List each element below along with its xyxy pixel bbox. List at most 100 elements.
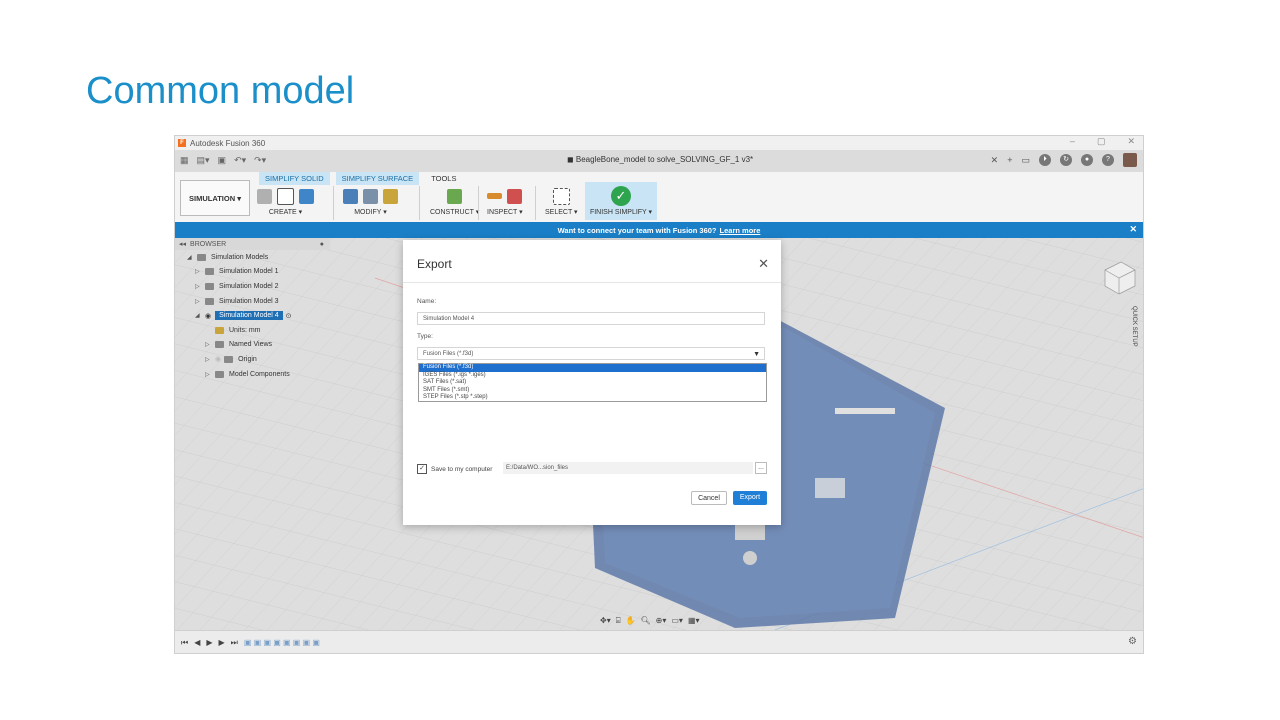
select-menu[interactable]: SELECT ▾ [545, 208, 578, 216]
expand-triangle-icon[interactable]: ▷ [195, 268, 201, 275]
step-back-icon[interactable]: ◀ [194, 638, 200, 648]
close-tab-icon[interactable]: ✕ [991, 155, 999, 166]
collapse-triangle-icon[interactable]: ◢ [195, 312, 201, 319]
tree-item-units[interactable]: Units: mm [175, 323, 330, 338]
tree-item-model-components[interactable]: ▷ Model Components [175, 367, 330, 382]
tree-item-root[interactable]: ◢ Simulation Models [175, 250, 330, 265]
create-sketch-icon[interactable] [277, 187, 294, 205]
go-to-start-icon[interactable]: ⏮ [181, 638, 188, 648]
tree-label: Origin [238, 355, 257, 363]
activate-radio-icon[interactable]: ⊙ [286, 312, 292, 320]
gear-icon[interactable]: ⚙ [1128, 636, 1137, 647]
measure-icon[interactable] [487, 193, 502, 199]
remove-features-icon[interactable] [343, 188, 358, 204]
orbit-icon[interactable]: ✥▾ [600, 616, 611, 626]
tree-item-named-views[interactable]: ▷ Named Views [175, 338, 330, 353]
history-icon[interactable]: ↻ [1060, 154, 1072, 166]
collapse-icon[interactable]: ◂◂ [179, 240, 186, 248]
avatar[interactable] [1123, 153, 1137, 167]
quick-setup-tab[interactable]: QUICK SETUP [1131, 306, 1137, 347]
select-icon[interactable] [552, 187, 570, 205]
export-button[interactable]: Export [733, 491, 767, 505]
create-menu[interactable]: CREATE ▾ [257, 208, 314, 216]
type-option-smt[interactable]: SMT Files (*.smt) [419, 387, 766, 395]
workspace-switcher[interactable]: SIMULATION ▾ [180, 180, 250, 216]
tab-simplify-solid[interactable]: SIMPLIFY SOLID [259, 172, 330, 185]
zoom-icon[interactable]: 🔍︎ [641, 616, 651, 626]
redo-icon[interactable]: ↷▾ [254, 155, 266, 166]
tab-simplify-surface[interactable]: SIMPLIFY SURFACE [335, 172, 420, 185]
file-icon[interactable]: ▤▾ [197, 155, 210, 166]
expand-triangle-icon[interactable]: ▷ [205, 371, 211, 378]
type-option-f3d[interactable]: Fusion Files (*.f3d) [419, 364, 766, 372]
type-label: Type: [417, 333, 433, 340]
browser-pin-icon[interactable]: ● [320, 241, 324, 248]
tree-item-model-2[interactable]: ▷ Simulation Model 2 [175, 279, 330, 294]
select-group: SELECT ▾ [545, 185, 578, 220]
tree-item-model-1[interactable]: ▷ Simulation Model 1 [175, 265, 330, 280]
chevron-down-icon[interactable]: ▼ [753, 348, 760, 361]
browse-button[interactable]: ... [755, 462, 767, 474]
tree-item-model-4[interactable]: ◢ ◉ Simulation Model 4 ⊙ [175, 308, 330, 323]
viewcube[interactable] [1097, 256, 1139, 303]
tree-item-origin[interactable]: ▷ ◉ Origin [175, 352, 330, 367]
pan-icon[interactable]: ✋ [626, 616, 636, 626]
expand-triangle-icon[interactable]: ▷ [195, 298, 201, 305]
jobs-icon[interactable]: ⏵ [1039, 154, 1051, 166]
folder-icon [215, 370, 224, 378]
tree-item-model-3[interactable]: ▷ Simulation Model 3 [175, 294, 330, 309]
tree-label: Model Components [229, 370, 290, 378]
go-to-end-icon[interactable]: ⏭ [231, 638, 238, 648]
help-icon[interactable]: ? [1102, 154, 1114, 166]
minimize-icon[interactable]: – [1070, 136, 1075, 150]
zoom-window-icon[interactable]: ⊕▾ [656, 616, 667, 626]
undo-icon[interactable]: ↶▾ [234, 155, 246, 166]
name-field[interactable]: Simulation Model 4 [417, 312, 765, 325]
modify-menu[interactable]: MODIFY ▾ [343, 208, 398, 216]
units-icon [215, 326, 224, 334]
maximize-icon[interactable]: ▢ [1097, 136, 1106, 150]
replace-feature-icon[interactable] [383, 188, 398, 204]
new-tab-icon[interactable]: + [1007, 155, 1012, 165]
chat-icon[interactable]: ▭ [1021, 155, 1030, 166]
learn-more-link[interactable]: Learn more [720, 226, 761, 235]
visibility-eye-icon[interactable]: ◉ [215, 355, 221, 363]
play-icon[interactable]: ▶ [206, 638, 212, 648]
remove-faces-icon[interactable] [363, 188, 378, 204]
new-component-icon[interactable] [257, 188, 272, 204]
interference-icon[interactable] [507, 188, 522, 204]
timeline-features[interactable]: ▣ ▣ ▣ ▣ ▣ ▣ ▣ ▣ [244, 638, 320, 648]
grid-menu-icon[interactable]: ▦ [180, 155, 189, 166]
tree-label: Simulation Model 2 [219, 282, 279, 290]
offset-plane-icon[interactable] [447, 188, 463, 204]
document-tab[interactable]: ◼ BeagleBone_model to solve_SOLVING_GF_1… [567, 155, 753, 164]
collapse-triangle-icon[interactable]: ◢ [187, 254, 193, 261]
finish-simplify-menu[interactable]: FINISH SIMPLIFY ▾ [587, 208, 655, 216]
visibility-eye-icon[interactable]: ◉ [205, 312, 211, 320]
cancel-button[interactable]: Cancel [691, 491, 727, 505]
type-option-step[interactable]: STEP Files (*.stp *.step) [419, 394, 766, 402]
close-window-icon[interactable]: ✕ [1127, 136, 1135, 150]
expand-triangle-icon[interactable]: ▷ [205, 341, 211, 348]
save-to-computer-checkbox[interactable]: ✓ [417, 464, 427, 474]
look-at-icon[interactable]: ⌸ [616, 616, 621, 626]
save-icon[interactable]: ▣ [218, 155, 227, 166]
extrude-icon[interactable] [299, 188, 314, 204]
expand-triangle-icon[interactable]: ▷ [195, 283, 201, 290]
type-select[interactable]: Fusion Files (*.f3d) ▼ [417, 347, 765, 360]
expand-triangle-icon[interactable]: ▷ [205, 356, 211, 363]
type-option-sat[interactable]: SAT Files (*.sat) [419, 379, 766, 387]
construct-menu[interactable]: CONSTRUCT ▾ [430, 208, 479, 216]
check-icon[interactable]: ✓ [611, 186, 631, 206]
close-icon[interactable]: ✕ [758, 256, 769, 272]
notifications-icon[interactable]: ● [1081, 154, 1093, 166]
tab-tools[interactable]: TOOLS [425, 172, 462, 185]
type-option-iges[interactable]: IGES Files (*.igs *.iges) [419, 372, 766, 380]
save-path-field[interactable]: E:/Data/WO...sion_files [503, 462, 753, 474]
close-banner-icon[interactable]: ✕ [1129, 224, 1137, 235]
grid-settings-icon[interactable]: ▦▾ [688, 616, 700, 626]
inspect-menu[interactable]: INSPECT ▾ [487, 208, 523, 216]
display-settings-icon[interactable]: ▭▾ [671, 616, 683, 626]
step-forward-icon[interactable]: ▶ [219, 638, 225, 648]
quick-access-bar: ▦ ▤▾ ▣ ↶▾ ↷▾ ◼ BeagleBone_model to solve… [175, 150, 1143, 172]
